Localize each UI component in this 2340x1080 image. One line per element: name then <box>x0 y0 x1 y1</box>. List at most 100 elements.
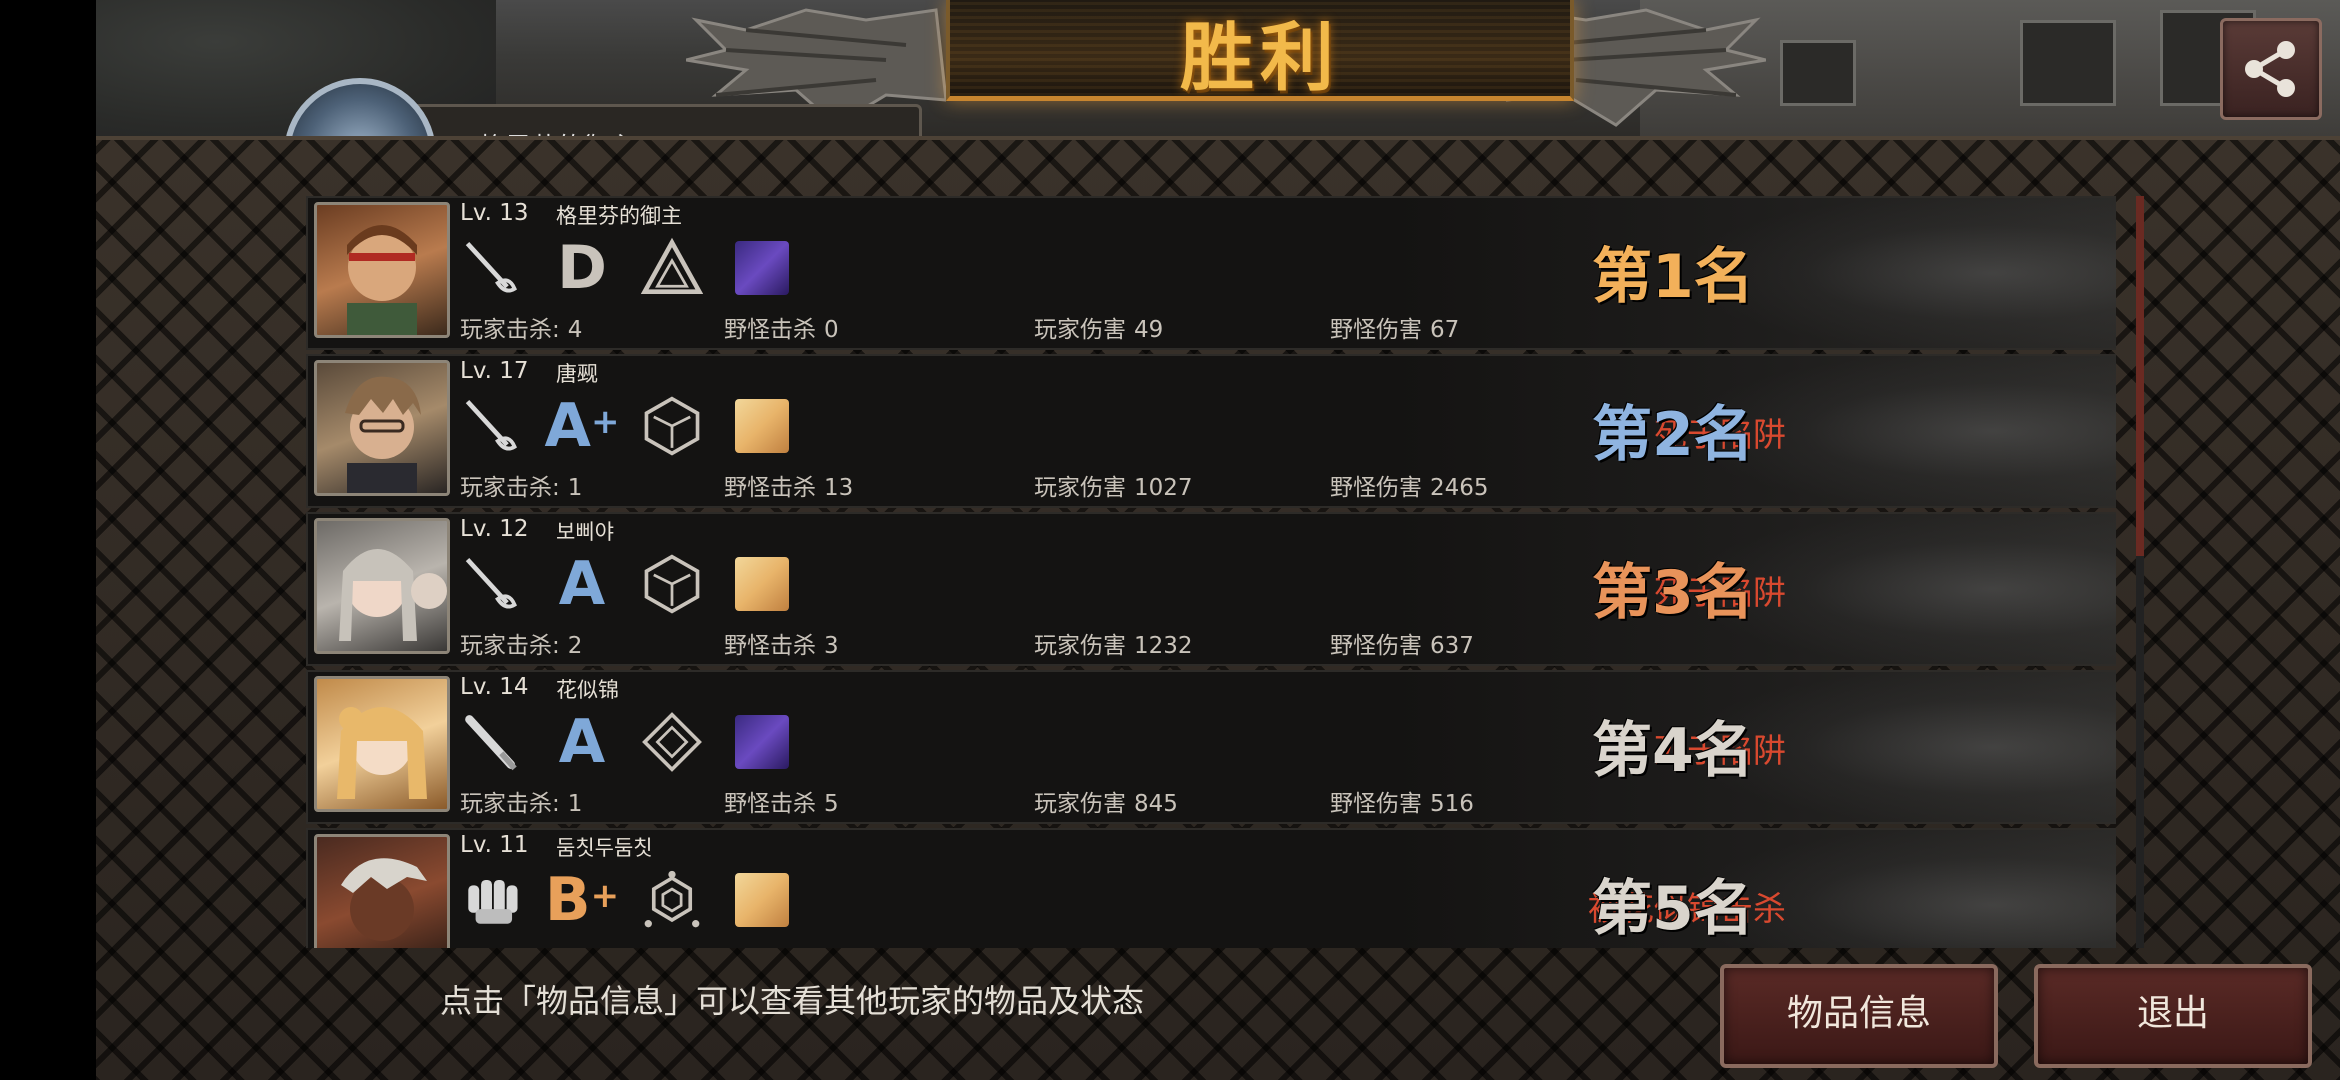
item-slot-icon <box>728 708 796 776</box>
player-row[interactable]: Lv. 13 格里芬的御主 D 玩家击杀: 4 野怪击杀 0 玩家伤害 49 野怪伤害… <box>306 196 2116 350</box>
grade-badge: A + <box>544 391 620 461</box>
rank-label: 第5名 <box>1592 874 1754 944</box>
player-portrait <box>314 360 450 496</box>
monster-damage-value: 637 <box>1430 633 1474 659</box>
grade-letter: D <box>557 233 607 303</box>
player-damage: 玩家伤害 1027 <box>1034 468 1193 502</box>
player-name: 花似锦 <box>556 678 619 702</box>
grade-badge: D <box>548 234 616 302</box>
player-damage-value: 845 <box>1134 791 1178 817</box>
monster-damage: 野怪伤害 637 <box>1330 626 1474 660</box>
exit-button[interactable]: 退出 <box>2034 964 2312 1068</box>
player-name: 둠칫두둠칫 <box>556 836 653 860</box>
monster-kills-value: 3 <box>824 633 839 659</box>
player-kills-label: 玩家击杀: <box>460 633 560 659</box>
player-kills: 玩家击杀: 4 <box>460 310 582 344</box>
list-scrollbar[interactable] <box>2136 196 2144 948</box>
item-slot-icon <box>728 866 796 934</box>
player-kills-label: 玩家击杀: <box>460 791 560 817</box>
player-kills-value: 1 <box>567 791 583 817</box>
monster-kills-label: 野怪击杀 <box>724 475 816 501</box>
monster-kills-label: 野怪击杀 <box>724 633 816 659</box>
monster-kills: 野怪击杀 13 <box>724 468 853 502</box>
rapier-icon <box>458 392 526 460</box>
player-kills-label: 玩家击杀: <box>460 317 560 343</box>
glove-icon <box>458 866 526 934</box>
monster-damage: 野怪伤害 516 <box>1330 784 1474 818</box>
game-screen: 胜利 格里芬的御主 Lv. 13 格里芬的御主 <box>96 0 2340 1080</box>
grade-badge: A <box>548 708 616 776</box>
victory-banner: 胜利 <box>946 0 1574 101</box>
player-portrait <box>314 834 450 948</box>
player-damage-value: 1027 <box>1134 475 1193 501</box>
player-row[interactable]: Lv. 12 보삐야 A 玩家击杀: 2 野怪击杀 3 玩家伤害 1232 野怪伤害 6… <box>306 512 2116 666</box>
player-kills-value: 4 <box>567 317 583 343</box>
monster-kills-label: 野怪击杀 <box>724 791 816 817</box>
player-damage-label: 玩家伤害 <box>1034 633 1126 659</box>
player-damage: 玩家伤害 49 <box>1034 310 1163 344</box>
grade-letter: A <box>544 391 591 461</box>
page-title: 胜利 <box>1180 15 1340 101</box>
player-damage-value: 49 <box>1134 317 1164 343</box>
monster-damage: 野怪伤害 67 <box>1330 310 1459 344</box>
item-slot-icon <box>728 550 796 618</box>
hexagon-armor-icon <box>638 550 706 618</box>
player-row[interactable]: Lv. 17 唐觋 A + 玩家击杀: 1 野怪击杀 13 玩家伤害 1027 野怪伤害… <box>306 354 2116 508</box>
player-damage-value: 1232 <box>1134 633 1193 659</box>
pendant-armor-icon <box>638 866 706 934</box>
monster-damage-label: 野怪伤害 <box>1330 317 1422 343</box>
monster-damage-label: 野怪伤害 <box>1330 633 1422 659</box>
player-name: 格里芬的御主 <box>556 204 682 228</box>
hexagon-armor-icon <box>638 392 706 460</box>
player-damage-label: 玩家伤害 <box>1034 791 1126 817</box>
monster-kills-value: 0 <box>824 317 839 343</box>
player-level: Lv. 11 <box>460 832 529 858</box>
diamond-armor-icon <box>638 708 706 776</box>
monster-damage-value: 516 <box>1430 791 1474 817</box>
monster-damage: 野怪伤害 2465 <box>1330 468 1489 502</box>
grade-badge: A <box>548 550 616 618</box>
player-level: Lv. 12 <box>460 516 529 542</box>
player-results-list[interactable]: Lv. 13 格里芬的御主 D 玩家击杀: 4 野怪击杀 0 玩家伤害 49 野怪伤害… <box>306 196 2116 948</box>
player-damage: 玩家伤害 845 <box>1034 784 1178 818</box>
monster-kills-value: 13 <box>824 475 854 501</box>
rapier-icon <box>458 550 526 618</box>
player-damage: 玩家伤害 1232 <box>1034 626 1193 660</box>
rank-label: 第2名 <box>1592 400 1754 470</box>
rank-label: 第1名 <box>1592 242 1754 312</box>
bat-icon <box>458 708 526 776</box>
monster-damage-value: 67 <box>1430 317 1460 343</box>
monster-kills: 野怪击杀 3 <box>724 626 839 660</box>
monster-kills: 野怪击杀 5 <box>724 784 839 818</box>
hint-text: 点击「物品信息」可以查看其他玩家的物品及状态 <box>440 982 1145 1020</box>
player-kills: 玩家击杀: 1 <box>460 468 582 502</box>
share-icon <box>2245 41 2295 97</box>
grade-letter: B <box>544 865 591 935</box>
player-name: 唐觋 <box>556 362 598 386</box>
player-portrait <box>314 518 450 654</box>
item-slot-icon <box>728 392 796 460</box>
grade-badge: B + <box>544 865 619 935</box>
scrollbar-thumb[interactable] <box>2136 196 2144 556</box>
player-kills: 玩家击杀: 2 <box>460 626 582 660</box>
player-row[interactable]: Lv. 14 花似锦 A 玩家击杀: 1 野怪击杀 5 玩家伤害 845 野怪伤害 51… <box>306 670 2116 824</box>
results-panel: Lv. 13 格里芬的御主 D 玩家击杀: 4 野怪击杀 0 玩家伤害 49 野怪伤害… <box>96 136 2340 1080</box>
grade-letter: A <box>558 707 606 777</box>
grade-plus: + <box>590 402 620 442</box>
player-kills: 玩家击杀: 1 <box>460 784 582 818</box>
item-info-button[interactable]: 物品信息 <box>1720 964 1998 1068</box>
monster-kills-label: 野怪击杀 <box>724 317 816 343</box>
player-level: Lv. 17 <box>460 358 529 384</box>
player-row[interactable]: Lv. 11 둠칫두둠칫 B + 被花似锦击杀 第5名 <box>306 828 2116 948</box>
player-damage-label: 玩家伤害 <box>1034 475 1126 501</box>
share-button[interactable] <box>2220 18 2322 120</box>
monster-damage-value: 2465 <box>1430 475 1489 501</box>
monster-damage-label: 野怪伤害 <box>1330 475 1422 501</box>
rank-label: 第4名 <box>1592 716 1754 786</box>
player-portrait <box>314 202 450 338</box>
monster-kills: 野怪击杀 0 <box>724 310 839 344</box>
monster-kills-value: 5 <box>824 791 839 817</box>
player-kills-label: 玩家击杀: <box>460 475 560 501</box>
player-level: Lv. 14 <box>460 674 529 700</box>
player-damage-label: 玩家伤害 <box>1034 317 1126 343</box>
